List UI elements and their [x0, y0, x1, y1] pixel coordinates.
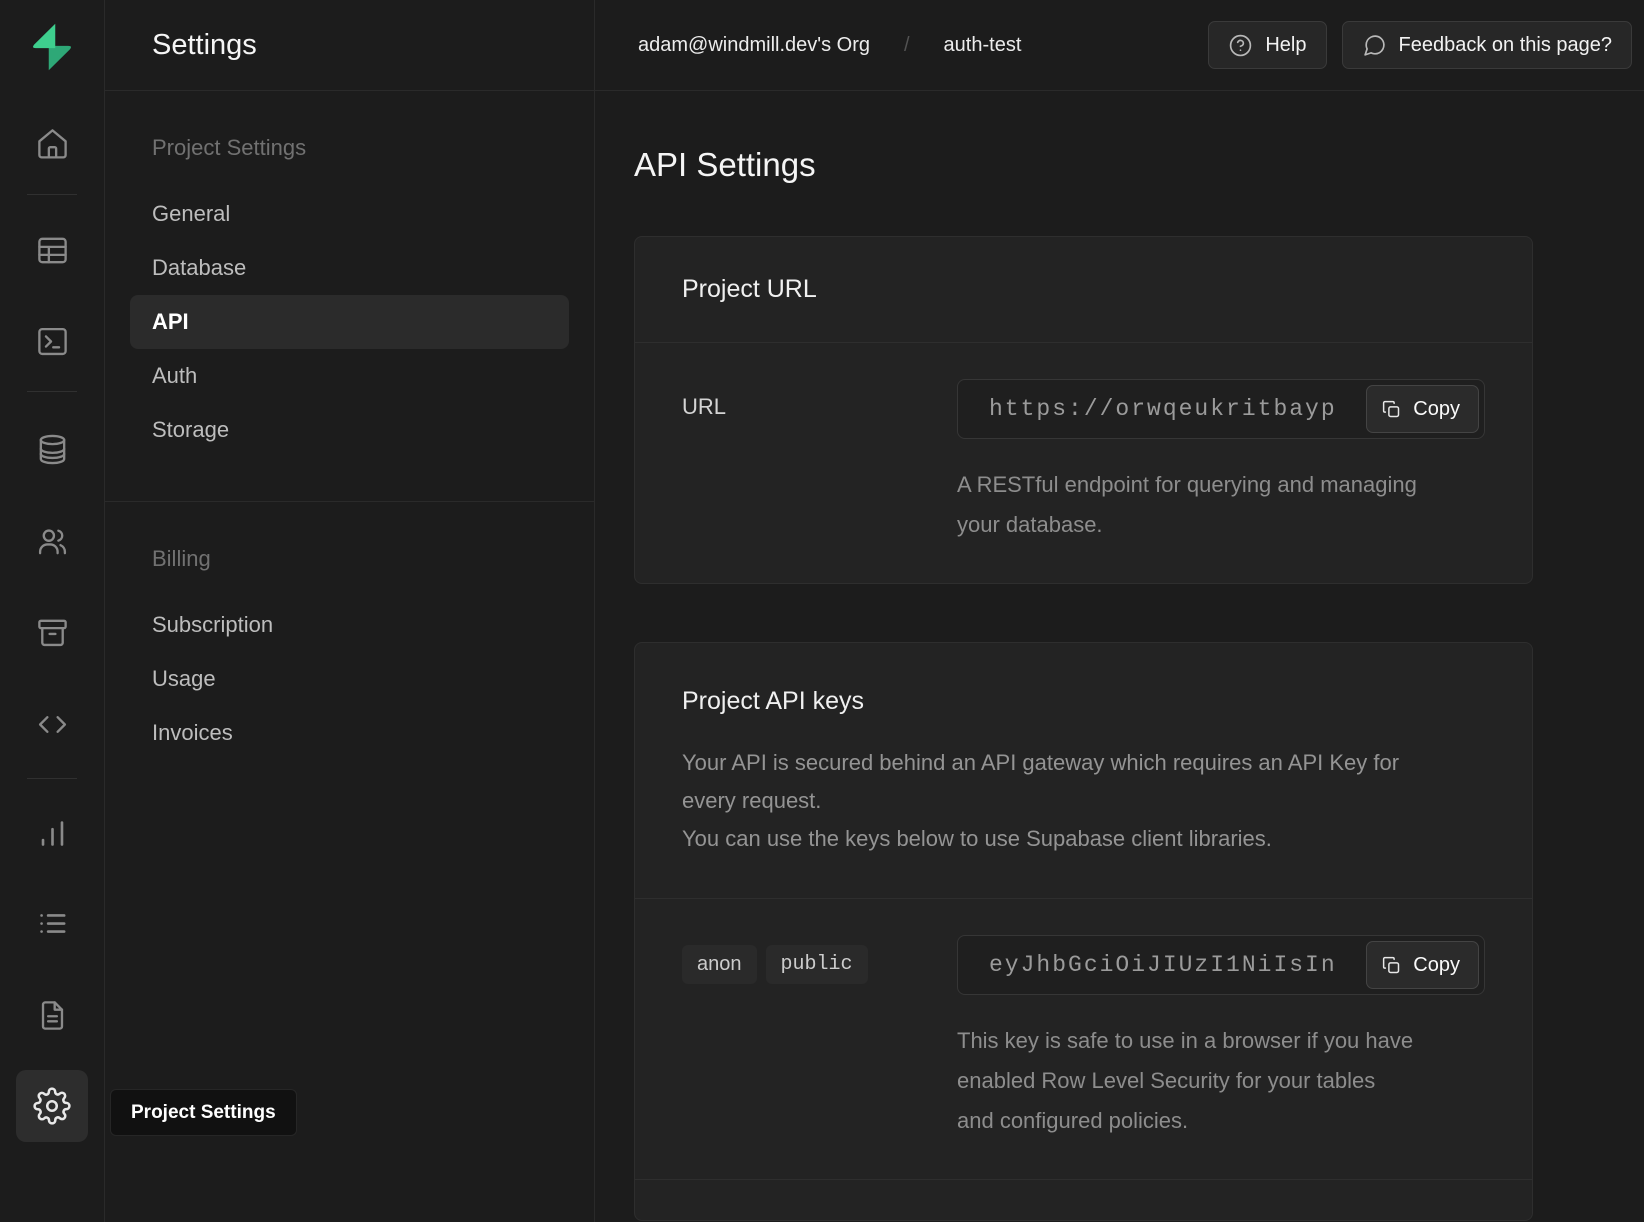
anon-key-row: anon public eyJhbGciOiJIUzI1NiIsIn — [635, 899, 1532, 1179]
next-key-row-stub — [635, 1180, 1532, 1220]
project-url-card-body: URL https://orwqeukritbayp — [635, 343, 1532, 583]
sidebar-item-storage[interactable]: Storage — [130, 403, 569, 457]
sidebar-item-database[interactable]: Database — [130, 241, 569, 295]
table-editor-icon[interactable] — [28, 226, 76, 274]
rail-divider — [27, 194, 77, 195]
app-root: Settings Project Settings General Databa… — [0, 0, 1644, 1222]
sidebar-item-general[interactable]: General — [130, 187, 569, 241]
url-field-label: URL — [682, 379, 957, 545]
feedback-button-label: Feedback on this page? — [1399, 34, 1613, 57]
anon-key-input-group: eyJhbGciOiJIUzI1NiIsIn Copy — [957, 935, 1485, 995]
main-area: adam@windmill.dev's Org / auth-test Help — [595, 0, 1644, 1222]
copy-url-button-label: Copy — [1413, 398, 1460, 421]
api-keys-card: Project API keys Your API is secured beh… — [634, 642, 1533, 1221]
copy-icon — [1381, 955, 1402, 976]
anon-badge: anon — [682, 945, 757, 984]
api-keys-card-header: Project API keys Your API is secured beh… — [635, 643, 1532, 898]
key-badges: anon public — [682, 935, 957, 1141]
sidebar-item-subscription[interactable]: Subscription — [130, 598, 569, 652]
breadcrumb-project[interactable]: auth-test — [944, 34, 1022, 57]
top-bar: adam@windmill.dev's Org / auth-test Help — [595, 0, 1644, 91]
section-label-billing: Billing — [105, 546, 594, 572]
public-badge: public — [766, 945, 868, 984]
database-icon[interactable] — [28, 425, 76, 473]
breadcrumb-org[interactable]: adam@windmill.dev's Org — [638, 34, 870, 57]
auth-users-icon[interactable] — [28, 517, 76, 565]
sidebar-item-api[interactable]: API — [130, 295, 569, 349]
project-url-input-group: https://orwqeukritbayp Copy — [957, 379, 1485, 439]
api-keys-description-1: Your API is secured behind an API gatewa… — [682, 744, 1402, 820]
help-button[interactable]: Help — [1208, 21, 1326, 69]
help-circle-icon — [1228, 33, 1253, 58]
help-button-label: Help — [1265, 34, 1306, 57]
reports-icon[interactable] — [28, 809, 76, 857]
project-url-card-title: Project URL — [635, 237, 1532, 342]
edge-functions-icon[interactable] — [28, 700, 76, 748]
page-content: API Settings Project URL URL https://orw… — [595, 91, 1644, 1221]
anon-key-field-col: eyJhbGciOiJIUzI1NiIsIn Copy — [957, 935, 1485, 1141]
sidebar-section-divider — [105, 501, 594, 502]
sidebar-item-invoices[interactable]: Invoices — [130, 706, 569, 760]
feedback-button[interactable]: Feedback on this page? — [1342, 21, 1633, 69]
tooltip-label: Project Settings — [131, 1102, 276, 1124]
project-settings-tooltip: Project Settings — [110, 1089, 297, 1136]
settings-gear-icon — [33, 1087, 71, 1125]
copy-url-button[interactable]: Copy — [1366, 385, 1479, 433]
anon-key-description: This key is safe to use in a browser if … — [957, 1021, 1417, 1141]
topbar-actions: Help Feedback on this page? — [1208, 21, 1632, 69]
api-keys-description-2: You can use the keys below to use Supaba… — [682, 820, 1402, 858]
project-settings-button[interactable] — [16, 1070, 88, 1142]
sidebar-item-usage[interactable]: Usage — [130, 652, 569, 706]
settings-sidebar: Settings Project Settings General Databa… — [105, 0, 595, 1222]
page-title: API Settings — [634, 146, 1644, 184]
breadcrumb-separator: / — [904, 34, 910, 57]
url-description: A RESTful endpoint for querying and mana… — [957, 465, 1417, 545]
sidebar-item-auth[interactable]: Auth — [130, 349, 569, 403]
icon-rail — [0, 0, 105, 1222]
section-label-project-settings: Project Settings — [105, 135, 594, 161]
speech-bubble-icon — [1362, 33, 1387, 58]
home-icon[interactable] — [28, 119, 76, 167]
logs-icon[interactable] — [28, 899, 76, 947]
supabase-logo[interactable] — [26, 21, 78, 73]
project-url-card: Project URL URL https://orwqeukritbayp — [634, 236, 1533, 584]
api-keys-card-title: Project API keys — [682, 687, 1485, 716]
copy-key-button-label: Copy — [1413, 954, 1460, 977]
sidebar-title: Settings — [105, 0, 594, 91]
url-field-col: https://orwqeukritbayp Copy — [957, 379, 1485, 545]
storage-icon[interactable] — [28, 608, 76, 656]
docs-icon[interactable] — [28, 991, 76, 1039]
sql-editor-icon[interactable] — [28, 317, 76, 365]
breadcrumb: adam@windmill.dev's Org / auth-test — [638, 34, 1021, 57]
rail-divider — [27, 778, 77, 779]
copy-icon — [1381, 399, 1402, 420]
rail-divider — [27, 391, 77, 392]
copy-key-button[interactable]: Copy — [1366, 941, 1479, 989]
